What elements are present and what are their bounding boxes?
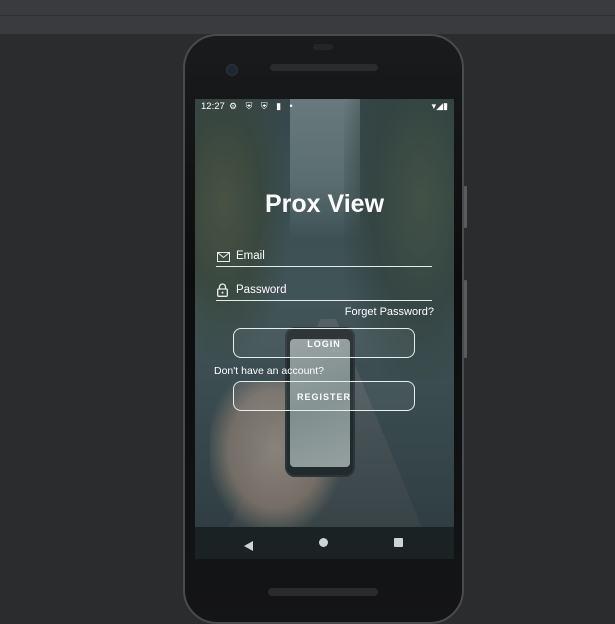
login-button[interactable]: LOGIN [233,328,415,358]
forgot-password-link[interactable]: Forget Password? [300,306,434,318]
earpiece-speaker [270,64,378,71]
recents-icon[interactable] [394,538,403,547]
email-input[interactable] [236,247,426,265]
front-camera [226,64,238,76]
status-time: 12:27 [201,101,225,112]
register-button[interactable]: REGISTER [233,381,415,411]
status-bar: 12:27 ⚙ ⛨ ⛨ ▮ • ▾◢▮ [195,99,454,115]
power-button[interactable] [464,186,467,228]
volume-button[interactable] [464,280,467,358]
window-top-bar [0,0,615,34]
home-icon[interactable] [319,538,328,547]
status-system-icons: ▾◢▮ [431,101,448,111]
mail-icon [217,249,230,267]
no-account-text: Don't have an account? [214,365,324,377]
top-bar-divider [0,15,615,16]
bottom-speaker [268,588,378,596]
back-icon[interactable] [244,538,253,556]
proximity-sensor [313,44,333,50]
email-field[interactable] [216,246,432,267]
lock-icon [217,283,228,302]
password-input[interactable] [236,281,426,299]
status-notification-icons: ⚙ ⛨ ⛨ ▮ • [229,101,296,111]
app-title: Prox View [264,190,385,218]
password-field[interactable] [216,280,432,301]
